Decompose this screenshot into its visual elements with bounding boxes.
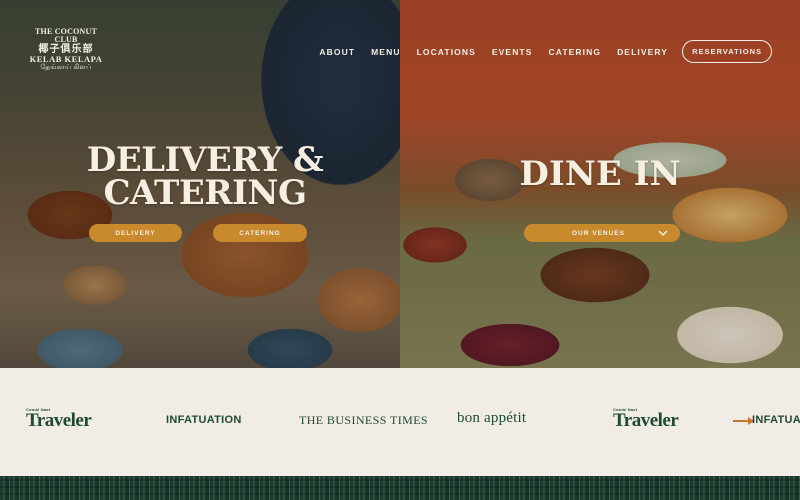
press-logo-name: Traveler xyxy=(613,410,679,431)
nav-locations[interactable]: LOCATIONS xyxy=(417,47,476,57)
footer-pattern-band xyxy=(0,476,800,500)
nav-delivery[interactable]: DELIVERY xyxy=(617,47,668,57)
nav-events[interactable]: EVENTS xyxy=(492,47,533,57)
catering-button[interactable]: CATERING xyxy=(213,224,307,242)
our-venues-label: OUR VENUES xyxy=(572,229,625,237)
reservations-button[interactable]: RESERVATIONS xyxy=(682,40,772,63)
press-logo-infatuation[interactable]: INFATUATION xyxy=(752,414,800,426)
delivery-button[interactable]: DELIVERY xyxy=(89,224,182,242)
nav-about[interactable]: ABOUT xyxy=(319,47,355,57)
nav-menu[interactable]: MENU xyxy=(371,47,400,57)
delivery-catering-heading: DELIVERY & CATERING xyxy=(70,143,340,214)
press-logo-conde-nast-traveler[interactable]: Condé Nast Traveler xyxy=(613,408,679,431)
logo-text-tamil: தேங்காய் கிளப் xyxy=(40,63,92,72)
main-navigation: ABOUT MENU LOCATIONS EVENTS CATERING DEL… xyxy=(319,40,772,63)
arrow-right-icon xyxy=(733,417,754,425)
hero-section: THE COCONUT CLUB 椰子俱乐部 KELAB KELAPA தேங்… xyxy=(0,0,800,368)
press-logo-name: Traveler xyxy=(26,410,92,431)
dine-in-heading: DINE IN xyxy=(519,154,681,194)
nav-catering[interactable]: CATERING xyxy=(549,47,602,57)
chevron-down-icon xyxy=(658,230,668,236)
press-logo-conde-nast-traveler[interactable]: Condé Nast Traveler xyxy=(26,408,92,431)
press-logo-infatuation[interactable]: INFATUATION xyxy=(166,414,242,426)
our-venues-dropdown[interactable]: OUR VENUES xyxy=(524,224,680,242)
press-logo-bon-appetit[interactable]: bon appétit xyxy=(457,410,526,427)
brand-logo[interactable]: THE COCONUT CLUB 椰子俱乐部 KELAB KELAPA தேங்… xyxy=(26,27,106,72)
heading-line: CATERING xyxy=(103,173,307,214)
press-logo-business-times[interactable]: THE BUSINESS TIMES xyxy=(299,413,428,428)
logo-text-english: THE COCONUT CLUB xyxy=(35,27,97,45)
